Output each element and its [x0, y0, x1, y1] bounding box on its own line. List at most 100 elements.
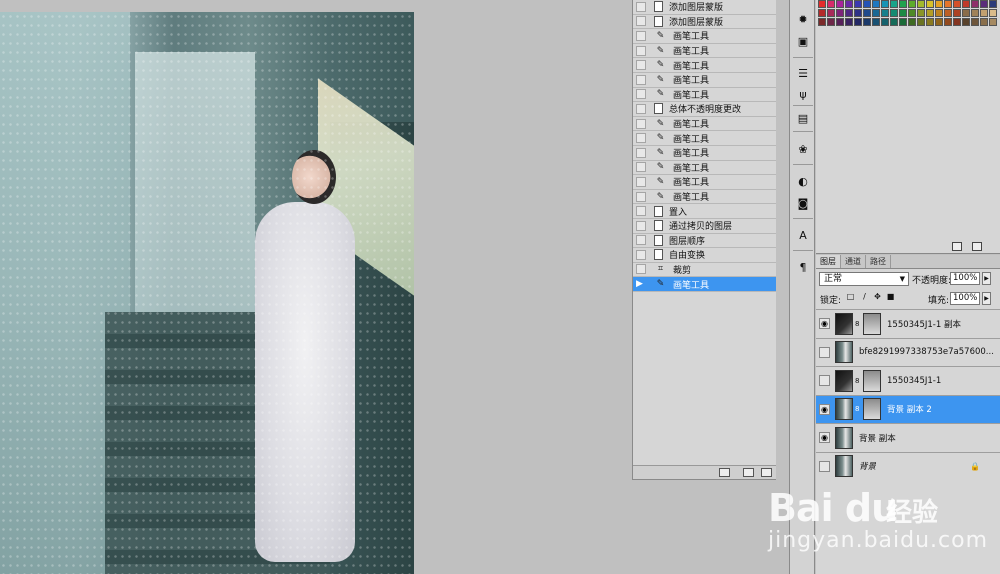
color-swatch[interactable]	[890, 9, 898, 17]
layer-row[interactable]: ◉ 背景 副本	[816, 423, 1000, 452]
history-source-checkbox[interactable]	[636, 147, 646, 158]
color-swatch[interactable]	[845, 0, 853, 8]
history-brush-source-icon[interactable]: ▶	[636, 279, 646, 289]
color-swatch[interactable]	[827, 9, 835, 17]
color-swatch[interactable]	[962, 9, 970, 17]
image-icon[interactable]: ▣	[794, 33, 812, 49]
new-swatch-icon[interactable]	[952, 242, 962, 251]
color-swatch[interactable]	[971, 9, 979, 17]
history-state[interactable]: ✎ 画笔工具	[633, 29, 776, 44]
opacity-input[interactable]: 100%	[950, 272, 980, 285]
color-swatch[interactable]	[944, 0, 952, 8]
chain-link-icon[interactable]: 8	[855, 320, 861, 328]
history-source-checkbox[interactable]	[636, 162, 646, 173]
color-swatch[interactable]	[899, 9, 907, 17]
color-swatch[interactable]	[962, 18, 970, 26]
history-state[interactable]: ✎ 画笔工具	[633, 175, 776, 190]
color-swatch[interactable]	[836, 18, 844, 26]
fill-input[interactable]: 100%	[950, 292, 980, 305]
color-swatch[interactable]	[872, 18, 880, 26]
color-swatch[interactable]	[989, 18, 997, 26]
color-swatch[interactable]	[944, 9, 952, 17]
layer-row[interactable]: ◉ 8 背景 副本 2	[816, 394, 1000, 423]
color-swatch[interactable]	[980, 9, 988, 17]
square-circle-icon[interactable]: ◙	[794, 195, 812, 211]
tab-paths[interactable]: 路径	[866, 255, 891, 268]
chain-link-icon[interactable]: 8	[855, 405, 861, 413]
color-swatch[interactable]	[818, 0, 826, 8]
history-source-checkbox[interactable]	[636, 16, 646, 27]
history-source-checkbox[interactable]	[636, 60, 646, 71]
layer-mask-thumbnail[interactable]	[863, 369, 881, 392]
history-state[interactable]: ✎ 画笔工具	[633, 88, 776, 103]
history-state[interactable]: ✎ 画笔工具	[633, 161, 776, 176]
color-swatch[interactable]	[881, 9, 889, 17]
history-source-checkbox[interactable]	[636, 89, 646, 100]
color-swatch[interactable]	[971, 0, 979, 8]
color-swatch[interactable]	[881, 18, 889, 26]
history-state[interactable]: ✎ 画笔工具	[633, 190, 776, 205]
color-swatch[interactable]	[854, 9, 862, 17]
color-swatch[interactable]	[926, 9, 934, 17]
color-swatch[interactable]	[989, 9, 997, 17]
document-canvas[interactable]	[0, 12, 414, 574]
usb-icon[interactable]: ψ	[794, 86, 812, 102]
pilcrow-icon[interactable]: ¶	[794, 259, 812, 275]
lock-all-icon[interactable]: ■	[886, 292, 895, 301]
color-swatch[interactable]	[971, 18, 979, 26]
color-swatch[interactable]	[935, 9, 943, 17]
color-swatch[interactable]	[863, 9, 871, 17]
history-state[interactable]: 添加图层蒙版	[633, 0, 776, 15]
circle-half-icon[interactable]: ◐	[794, 173, 812, 189]
layer-mask-thumbnail[interactable]	[863, 398, 881, 421]
eye-icon[interactable]	[819, 460, 830, 472]
palette-icon[interactable]: ❀	[794, 141, 812, 157]
history-state[interactable]: 总体不透明度更改	[633, 102, 776, 117]
color-swatch[interactable]	[935, 18, 943, 26]
history-state[interactable]: ✎ 画笔工具	[633, 117, 776, 132]
delete-swatch-icon[interactable]	[972, 242, 982, 251]
sun-icon[interactable]: ✹	[794, 11, 812, 27]
layer-row[interactable]: 8 1550345J1-1	[816, 366, 1000, 395]
new-snapshot-icon[interactable]	[743, 468, 754, 477]
history-state[interactable]: 图层顺序	[633, 234, 776, 249]
history-source-checkbox[interactable]	[636, 220, 646, 231]
history-source-checkbox[interactable]	[636, 30, 646, 41]
color-swatch[interactable]	[872, 9, 880, 17]
color-swatch[interactable]	[908, 0, 916, 8]
color-swatch[interactable]	[863, 0, 871, 8]
opacity-spinner[interactable]: ▶	[982, 272, 991, 285]
history-state[interactable]: ⌗ 裁剪	[633, 263, 776, 278]
layer-mask-thumbnail[interactable]	[863, 312, 881, 335]
history-source-checkbox[interactable]	[636, 206, 646, 217]
color-swatch[interactable]	[917, 9, 925, 17]
fill-spinner[interactable]: ▶	[982, 292, 991, 305]
eye-icon[interactable]: ◉	[819, 318, 830, 330]
lock-image-icon[interactable]: /	[860, 292, 869, 301]
text-a-icon[interactable]: A	[794, 227, 812, 243]
history-source-checkbox[interactable]	[636, 133, 646, 144]
color-swatch[interactable]	[872, 0, 880, 8]
history-state[interactable]: ✎ 画笔工具	[633, 73, 776, 88]
color-swatch[interactable]	[908, 9, 916, 17]
color-swatch[interactable]	[953, 18, 961, 26]
history-state[interactable]: 通过拷贝的图层	[633, 219, 776, 234]
history-state[interactable]: ▶ ✎ 画笔工具	[633, 277, 776, 292]
color-swatch[interactable]	[881, 0, 889, 8]
color-swatch[interactable]	[980, 0, 988, 8]
color-swatch[interactable]	[926, 0, 934, 8]
history-source-checkbox[interactable]	[636, 103, 646, 114]
color-swatch[interactable]	[890, 0, 898, 8]
color-swatch[interactable]	[818, 9, 826, 17]
history-source-checkbox[interactable]	[636, 118, 646, 129]
delete-state-icon[interactable]	[761, 468, 772, 477]
history-state[interactable]: 自由变换	[633, 248, 776, 263]
color-swatch[interactable]	[917, 0, 925, 8]
color-swatch[interactable]	[836, 0, 844, 8]
color-swatch[interactable]	[827, 18, 835, 26]
color-swatch[interactable]	[962, 0, 970, 8]
color-swatch[interactable]	[854, 18, 862, 26]
history-source-checkbox[interactable]	[636, 1, 646, 12]
history-state[interactable]: ✎ 画笔工具	[633, 58, 776, 73]
color-swatch[interactable]	[836, 9, 844, 17]
